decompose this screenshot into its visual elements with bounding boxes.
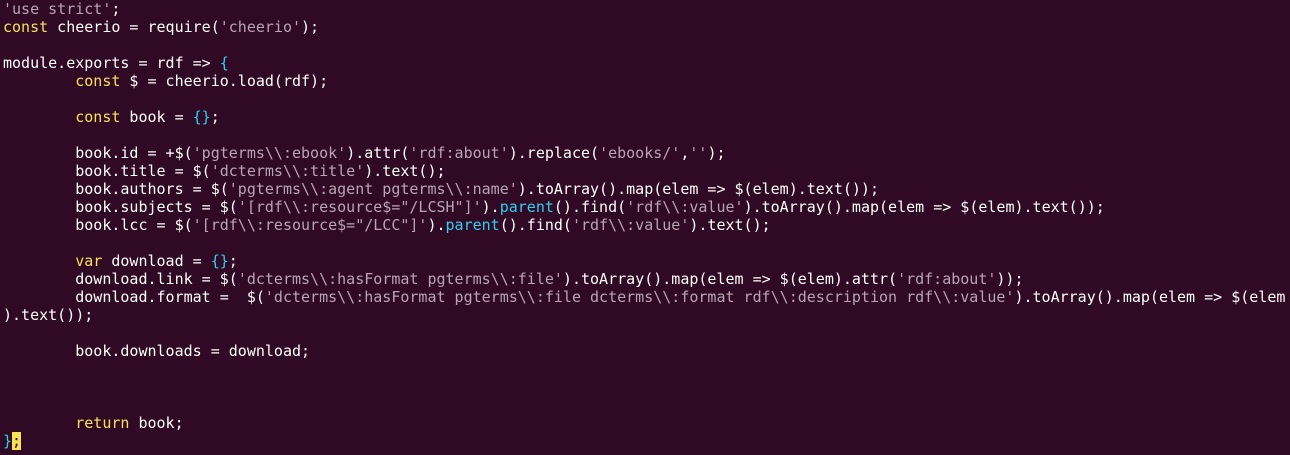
text-cursor: ; [12,432,22,450]
code-line[interactable] [0,90,1290,108]
code-token: ).text()); [3,306,94,324]
code-token: const [75,72,121,90]
code-line[interactable]: book.downloads = download; [0,342,1290,360]
code-line[interactable]: book.title = $('dcterms\\:title').text()… [0,162,1290,180]
code-line[interactable]: 'use strict'; [0,0,1290,18]
code-token: ).toArray().map(elem => $(elem).text()); [517,180,879,198]
code-line[interactable]: }; [0,432,1290,450]
code-token: 'use strict' [3,0,112,18]
code-token: const [3,18,49,36]
code-line[interactable] [0,36,1290,54]
code-line[interactable]: book.lcc = $('[rdf\\:resource$="/LCC"]')… [0,216,1290,234]
code-token: {} [192,108,211,126]
code-token: ).text(); [364,162,446,180]
code-line[interactable]: ).text()); [0,306,1290,324]
code-token: book.authors = $( [3,180,229,198]
code-line[interactable]: download.link = $('dcterms\\:hasFormat p… [0,270,1290,288]
code-line[interactable]: book.subjects = $('[rdf\\:resource$="/LC… [0,198,1290,216]
code-token: ); [707,144,726,162]
code-token: ).toArray().map(elem => $(elem).text()); [743,198,1105,216]
code-token: 'dcterms\\:title' [210,162,365,180]
code-line[interactable] [0,378,1290,396]
code-token: parent [445,216,500,234]
code-token: book; [129,414,184,432]
code-token: 'ebooks/' [599,144,681,162]
code-token: '' [689,144,708,162]
code-line[interactable]: module.exports = rdf => { [0,54,1290,72]
code-token: 'cheerio' [219,18,302,36]
code-line[interactable]: var download = {}; [0,252,1290,270]
code-line[interactable]: return book; [0,414,1290,432]
code-token: book.id = +$( [3,144,193,162]
code-token: download.link = $( [3,270,238,288]
code-token: 'pgterms\\:agent pgterms\\:name' [228,180,518,198]
code-token: $ = cheerio.load(rdf); [120,72,329,90]
code-token: ). [427,216,446,234]
code-line[interactable] [0,324,1290,342]
code-token: 'pgterms\\:ebook' [192,144,347,162]
code-token: { [219,54,229,72]
code-token: 'rdf:about' [897,270,997,288]
code-token: 'rdf\\:value' [626,198,744,216]
code-token: ; [228,252,238,270]
code-token: cheerio = require( [48,18,220,36]
code-line[interactable] [0,396,1290,414]
code-line[interactable]: book.authors = $('pgterms\\:agent pgterm… [0,180,1290,198]
code-token: 'dcterms\\:hasFormat pgterms\\:file dcte… [264,288,1015,306]
code-line[interactable]: download.format = $('dcterms\\:hasFormat… [0,288,1290,306]
code-token: return [75,414,130,432]
code-token: )); [996,270,1024,288]
code-token: module.exports = rdf => [3,54,220,72]
code-token: ().find( [499,216,572,234]
code-token: ); [301,18,320,36]
code-token: ).text(); [689,216,771,234]
code-token: download = [102,252,211,270]
code-token: download.format = $( [3,288,265,306]
code-line[interactable]: const $ = cheerio.load(rdf); [0,72,1290,90]
code-token: ). [481,198,500,216]
code-token: 'rdf\\:value' [571,216,690,234]
code-line[interactable] [0,126,1290,144]
code-token: ).toArray().map(elem => $(elem [1014,288,1286,306]
code-token: parent [499,198,554,216]
code-token: ).replace( [508,144,600,162]
code-token: book.downloads = download; [3,342,311,360]
code-token: '[rdf\\:resource$="/LCSH"]' [237,198,482,216]
code-token: book.title = $( [3,162,211,180]
code-token: const [75,108,121,126]
code-token: book = [120,108,193,126]
code-token: var [75,252,103,270]
code-token: } [3,432,13,450]
code-line[interactable] [0,360,1290,378]
code-token: ; [210,108,220,126]
code-token: ; [111,0,121,18]
code-token: 'rdf:about' [409,144,509,162]
code-line[interactable]: const book = {}; [0,108,1290,126]
code-token: ().find( [553,198,627,216]
code-token: {} [210,252,229,270]
code-line[interactable] [0,234,1290,252]
code-token: book.subjects = $( [3,198,238,216]
code-token: '[rdf\\:resource$="/LCC"]' [192,216,428,234]
code-line[interactable]: book.id = +$('pgterms\\:ebook').attr('rd… [0,144,1290,162]
code-token: ).toArray().map(elem => $(elem).attr( [562,270,898,288]
code-token: 'dcterms\\:hasFormat pgterms\\:file' [237,270,563,288]
code-editor[interactable]: 'use strict'; const cheerio = require('ch… [0,0,1290,455]
code-token: ).attr( [346,144,410,162]
code-line[interactable]: const cheerio = require('cheerio'); [0,18,1290,36]
code-token: book.lcc = $( [3,216,193,234]
